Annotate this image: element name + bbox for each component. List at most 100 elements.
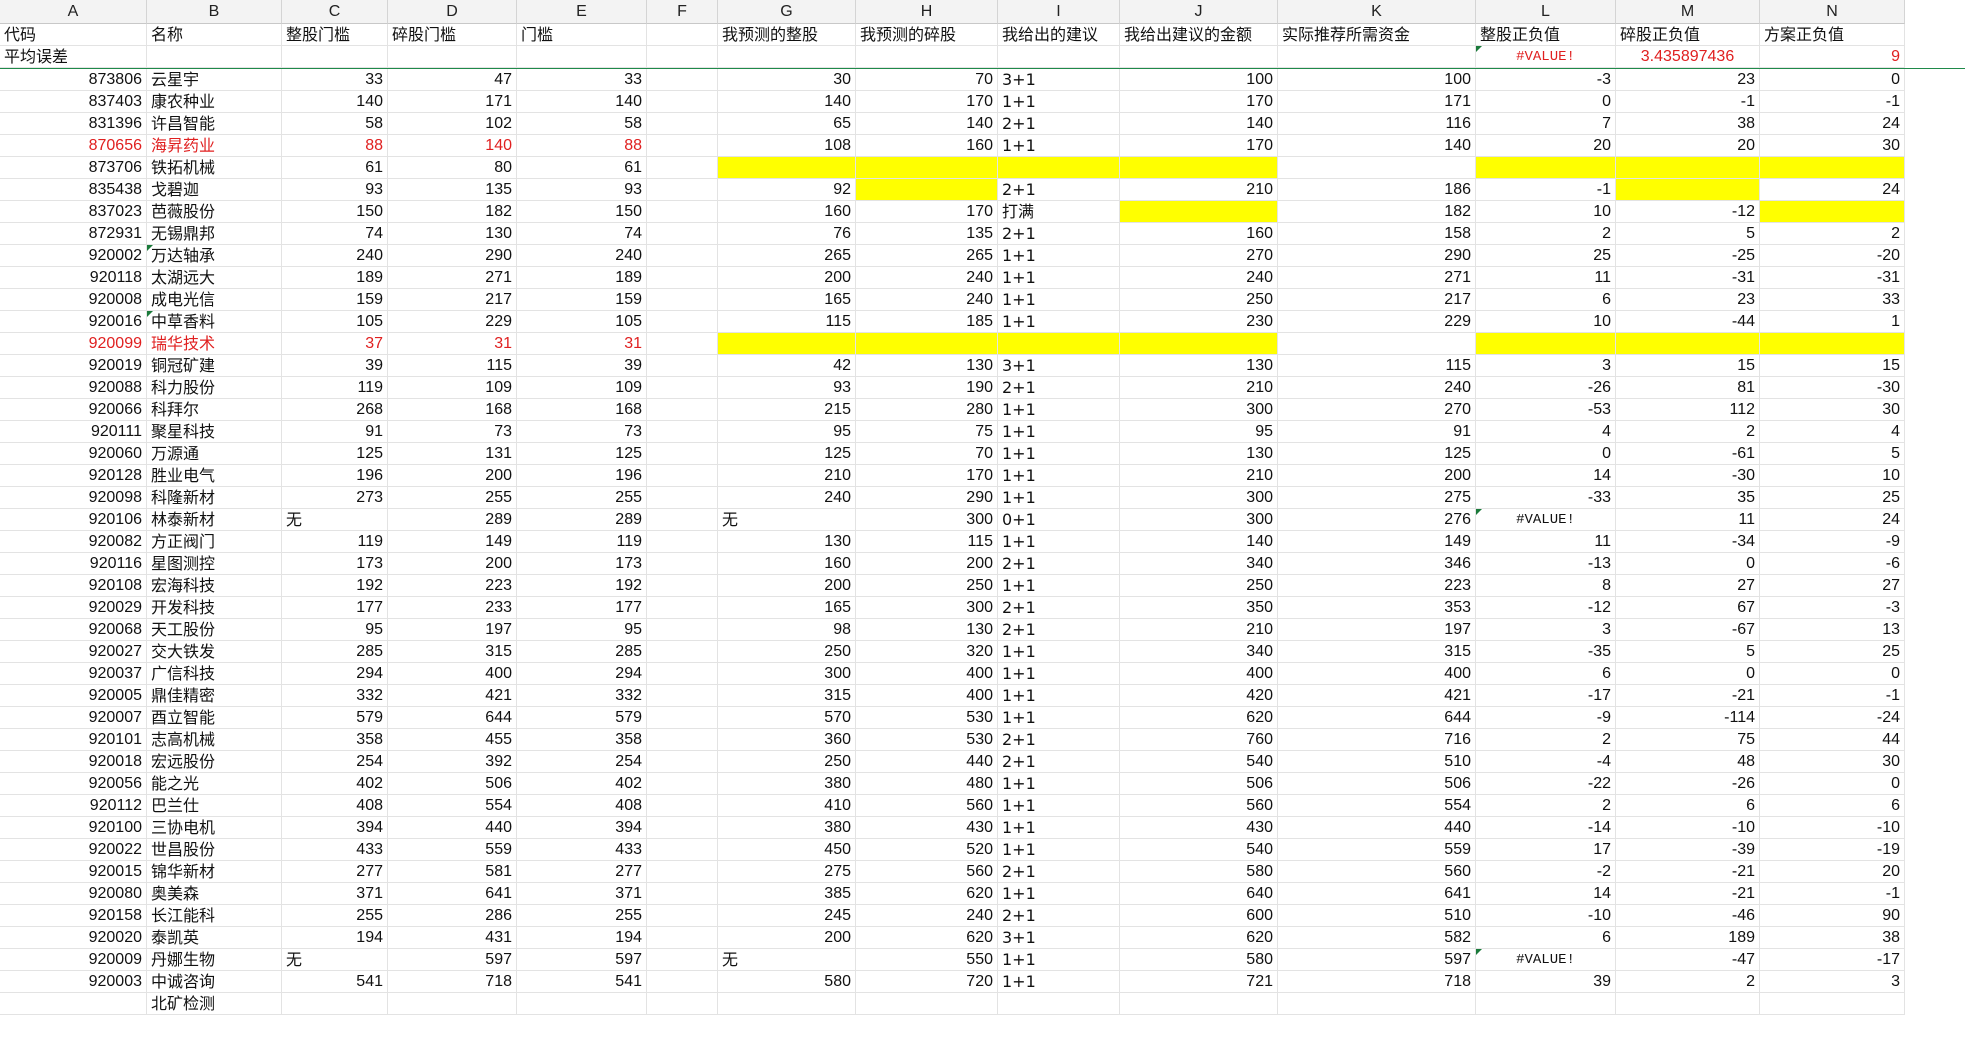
table-cell-k[interactable]: 597: [1278, 949, 1476, 971]
table-cell-l[interactable]: -1: [1476, 179, 1616, 201]
table-cell-l[interactable]: 10: [1476, 201, 1616, 223]
table-cell-d[interactable]: 392: [388, 751, 517, 773]
table-cell-d[interactable]: 200: [388, 553, 517, 575]
header-cell-i[interactable]: 我给出的建议: [998, 24, 1120, 46]
table-cell-g[interactable]: 160: [718, 201, 856, 223]
table-cell-e[interactable]: 150: [517, 201, 647, 223]
table-cell-b[interactable]: 巴兰仕: [147, 795, 282, 817]
table-cell-j[interactable]: 430: [1120, 817, 1278, 839]
column-header-n[interactable]: N: [1760, 0, 1905, 24]
table-cell-i[interactable]: 1+1: [998, 487, 1120, 509]
table-cell-j[interactable]: 721: [1120, 971, 1278, 993]
table-cell-e[interactable]: 95: [517, 619, 647, 641]
table-cell-b[interactable]: 瑞华技术: [147, 333, 282, 355]
table-cell-b[interactable]: 鼎佳精密: [147, 685, 282, 707]
table-cell-i[interactable]: 1+1: [998, 245, 1120, 267]
table-cell-n[interactable]: -1: [1760, 91, 1905, 113]
header-cell-d[interactable]: 碎股门槛: [388, 24, 517, 46]
table-cell-d[interactable]: 102: [388, 113, 517, 135]
table-cell-d[interactable]: 644: [388, 707, 517, 729]
table-cell-h[interactable]: 115: [856, 531, 998, 553]
table-cell-m[interactable]: 2: [1616, 421, 1760, 443]
table-cell-m[interactable]: -39: [1616, 839, 1760, 861]
table-cell-h[interactable]: 290: [856, 487, 998, 509]
table-cell-g[interactable]: 30: [718, 69, 856, 91]
table-cell-a[interactable]: 920008: [0, 289, 147, 311]
table-cell-j[interactable]: 400: [1120, 663, 1278, 685]
table-cell-h[interactable]: 265: [856, 245, 998, 267]
table-cell-b[interactable]: 胜业电气: [147, 465, 282, 487]
table-cell-c[interactable]: 37: [282, 333, 388, 355]
header-cell-b[interactable]: 名称: [147, 24, 282, 46]
table-cell-g[interactable]: 215: [718, 399, 856, 421]
table-cell-i[interactable]: 1+1: [998, 817, 1120, 839]
table-cell-h[interactable]: 440: [856, 751, 998, 773]
table-cell-j[interactable]: 640: [1120, 883, 1278, 905]
table-cell-i[interactable]: 1+1: [998, 399, 1120, 421]
table-cell-k[interactable]: [1278, 157, 1476, 179]
table-cell-b[interactable]: 世昌股份: [147, 839, 282, 861]
table-cell-m[interactable]: 20: [1616, 135, 1760, 157]
table-cell-f[interactable]: [647, 201, 718, 223]
table-cell-h[interactable]: 135: [856, 223, 998, 245]
table-cell-c[interactable]: 394: [282, 817, 388, 839]
table-cell-d[interactable]: 168: [388, 399, 517, 421]
table-cell-g[interactable]: 245: [718, 905, 856, 927]
table-cell-f[interactable]: [647, 157, 718, 179]
table-cell-k[interactable]: 510: [1278, 905, 1476, 927]
table-cell-d[interactable]: 233: [388, 597, 517, 619]
table-cell-a[interactable]: 920007: [0, 707, 147, 729]
table-cell-l[interactable]: 2: [1476, 729, 1616, 751]
table-cell-b[interactable]: 能之光: [147, 773, 282, 795]
table-cell-m[interactable]: 11: [1616, 509, 1760, 531]
table-cell-a[interactable]: 920099: [0, 333, 147, 355]
table-cell-h[interactable]: 190: [856, 377, 998, 399]
table-cell-j[interactable]: [1120, 157, 1278, 179]
table-cell-n[interactable]: 27: [1760, 575, 1905, 597]
table-cell-i[interactable]: 1+1: [998, 949, 1120, 971]
table-cell-m[interactable]: -34: [1616, 531, 1760, 553]
table-cell-c[interactable]: 371: [282, 883, 388, 905]
table-cell-a[interactable]: 835438: [0, 179, 147, 201]
table-cell-i[interactable]: 2+1: [998, 179, 1120, 201]
table-cell-h[interactable]: 160: [856, 135, 998, 157]
table-cell-c[interactable]: 294: [282, 663, 388, 685]
summary-cell-k[interactable]: [1278, 46, 1476, 68]
table-cell-g[interactable]: 无: [718, 509, 856, 531]
table-cell-c[interactable]: 579: [282, 707, 388, 729]
table-cell-l[interactable]: 17: [1476, 839, 1616, 861]
table-cell-i[interactable]: 1+1: [998, 685, 1120, 707]
header-cell-n[interactable]: 方案正负值: [1760, 24, 1905, 46]
table-cell-d[interactable]: 223: [388, 575, 517, 597]
table-cell-f[interactable]: [647, 311, 718, 333]
table-cell-m[interactable]: 48: [1616, 751, 1760, 773]
table-cell-j[interactable]: [1120, 201, 1278, 223]
column-header-f[interactable]: F: [647, 0, 718, 24]
table-cell-c[interactable]: 268: [282, 399, 388, 421]
table-cell-l[interactable]: 39: [1476, 971, 1616, 993]
table-cell-i[interactable]: 2+1: [998, 905, 1120, 927]
table-cell-d[interactable]: 641: [388, 883, 517, 905]
table-cell-g[interactable]: 200: [718, 267, 856, 289]
table-cell-i[interactable]: 2+1: [998, 619, 1120, 641]
table-cell-h[interactable]: 300: [856, 509, 998, 531]
table-cell-c[interactable]: 173: [282, 553, 388, 575]
table-cell-e[interactable]: 289: [517, 509, 647, 531]
table-cell-c[interactable]: 91: [282, 421, 388, 443]
table-cell-e[interactable]: 394: [517, 817, 647, 839]
table-cell-l[interactable]: [1476, 157, 1616, 179]
summary-cell-c[interactable]: [282, 46, 388, 68]
table-cell-l[interactable]: 14: [1476, 465, 1616, 487]
table-cell-m[interactable]: 27: [1616, 575, 1760, 597]
table-cell-m[interactable]: -114: [1616, 707, 1760, 729]
table-cell-i[interactable]: 1+1: [998, 91, 1120, 113]
table-cell-e[interactable]: 192: [517, 575, 647, 597]
table-cell-n[interactable]: 2: [1760, 223, 1905, 245]
column-header-a[interactable]: A: [0, 0, 147, 24]
table-cell-a[interactable]: 920116: [0, 553, 147, 575]
table-cell-f[interactable]: [647, 377, 718, 399]
table-cell-e[interactable]: 194: [517, 927, 647, 949]
table-cell-k[interactable]: 346: [1278, 553, 1476, 575]
table-cell-j[interactable]: 340: [1120, 553, 1278, 575]
table-cell-n[interactable]: 20: [1760, 861, 1905, 883]
